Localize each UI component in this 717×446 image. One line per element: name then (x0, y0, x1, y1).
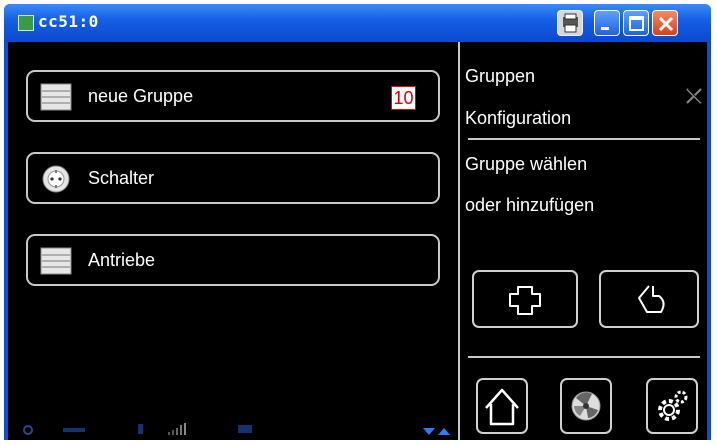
count-badge: 10 (391, 86, 416, 110)
list-item-label: Schalter (88, 168, 155, 188)
panel-title-line1: Gruppen (465, 66, 536, 86)
network-icon (23, 425, 33, 435)
socket-icon (42, 165, 70, 193)
settings-button[interactable] (646, 378, 698, 434)
group-list: neue Gruppe 10 Schalter Antriebe (8, 42, 458, 440)
panel-hint-line2: oder hinzufügen (465, 195, 595, 215)
close-panel-icon[interactable] (684, 86, 704, 106)
panel-title-line2: Konfiguration (465, 108, 572, 128)
app-content: neue Gruppe 10 Schalter Antriebe Gruppen… (8, 42, 707, 440)
close-icon (658, 16, 674, 32)
antenna-icon (138, 424, 143, 434)
maximize-button[interactable] (623, 10, 649, 36)
printer-icon (563, 13, 578, 33)
home-icon (485, 388, 519, 426)
status-indicator (63, 428, 85, 432)
plus-icon (509, 286, 541, 315)
print-button[interactable] (557, 10, 583, 36)
list-item-label: neue Gruppe (88, 86, 194, 106)
maximize-icon (629, 16, 644, 31)
battery-icon (238, 425, 252, 433)
list-item-antriebe[interactable]: Antriebe (26, 234, 440, 286)
fan-icon (571, 391, 601, 421)
home-button[interactable] (476, 378, 528, 434)
window-title: cc51:0 (38, 12, 99, 31)
minimize-icon (601, 27, 609, 30)
status-bar (23, 423, 450, 435)
list-item-schalter[interactable]: Schalter (26, 152, 440, 204)
blind-icon (40, 247, 72, 275)
panel-divider-bottom (468, 356, 700, 358)
add-group-button[interactable] (472, 270, 578, 328)
gear-icon (658, 390, 688, 421)
list-item-label: Antriebe (88, 250, 156, 270)
signal-strength-icon (168, 423, 186, 435)
close-button[interactable] (652, 10, 678, 36)
panel-hint-line1: Gruppe wählen (465, 154, 588, 174)
panel-divider (468, 138, 700, 140)
list-item-neue-gruppe[interactable]: neue Gruppe 10 (26, 70, 440, 122)
fan-button[interactable] (560, 378, 612, 434)
config-panel: Gruppen Konfiguration Gruppe wählen oder… (460, 42, 707, 440)
back-button[interactable] (599, 270, 699, 328)
minimize-button[interactable] (594, 10, 620, 36)
blind-icon (40, 83, 72, 111)
back-arrow-icon (638, 285, 665, 313)
app-icon (18, 15, 34, 31)
app-window: cc51:0 neue Gruppe 10 Schalter Antriebe … (4, 4, 711, 440)
transfer-arrows-icon (423, 428, 450, 435)
title-bar[interactable]: cc51:0 (4, 4, 711, 42)
